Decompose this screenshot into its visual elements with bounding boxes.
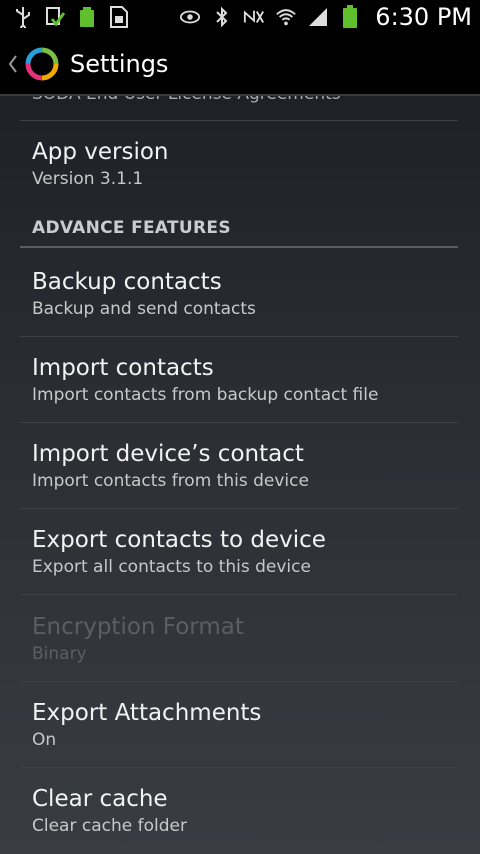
list-item-subtitle: Version 3.1.1 — [32, 169, 144, 189]
signal-icon — [307, 6, 329, 28]
list-item-subtitle: Import contacts from backup contact file — [32, 385, 379, 405]
bluetooth-icon — [211, 6, 233, 28]
status-bar: 6:30 PM — [0, 0, 480, 34]
list-item-title: SODA End User License Agreements — [32, 96, 480, 104]
list-item-export-attachments[interactable]: Export Attachments On — [0, 699, 480, 751]
battery-icon — [339, 5, 361, 28]
list-item-subtitle: Import contacts from this device — [32, 471, 309, 491]
eye-icon — [179, 6, 201, 28]
list-item-import-contacts[interactable]: Import contacts Import contacts from bac… — [0, 354, 480, 406]
no-mute-icon — [243, 6, 265, 28]
list-item-subtitle: Export all contacts to this device — [32, 557, 311, 577]
divider — [20, 508, 458, 509]
list-item-license[interactable]: SODA End User License Agreements — [0, 96, 480, 104]
battery-app-icon — [76, 6, 98, 28]
list-item-title: Clear cache — [32, 786, 168, 812]
divider — [20, 336, 458, 337]
clock: 6:30 PM — [375, 3, 472, 31]
list-item-title: Export contacts to device — [32, 527, 326, 553]
list-item-title: Import device’s contact — [32, 441, 304, 467]
download-done-icon — [44, 6, 66, 28]
list-item-backup-contacts[interactable]: Backup contacts Backup and send contacts — [0, 268, 480, 320]
divider — [20, 422, 458, 423]
list-item-import-device-contact[interactable]: Import device’s contact Import contacts … — [0, 440, 480, 492]
list-item-title: Backup contacts — [32, 269, 222, 295]
list-item-export-contacts[interactable]: Export contacts to device Export all con… — [0, 526, 480, 578]
divider — [20, 594, 458, 595]
back-chevron-icon[interactable] — [4, 54, 22, 74]
list-item-title: Encryption Format — [32, 614, 244, 640]
divider — [20, 767, 458, 768]
system-icons: 6:30 PM — [179, 3, 472, 31]
list-item-title: Export Attachments — [32, 700, 262, 726]
list-item-encryption-format: Encryption Format Binary — [0, 613, 480, 665]
list-item-title: App version — [32, 139, 169, 165]
list-item-subtitle: On — [32, 730, 57, 750]
notification-icons — [12, 6, 130, 28]
usb-icon — [12, 6, 34, 28]
list-item-subtitle: Clear cache folder — [32, 816, 187, 836]
app-logo-icon[interactable] — [24, 46, 60, 82]
list-item-clear-cache[interactable]: Clear cache Clear cache folder — [0, 785, 480, 837]
divider — [20, 120, 458, 121]
list-item-subtitle: Backup and send contacts — [32, 299, 256, 319]
list-item-app-version[interactable]: App version Version 3.1.1 — [0, 138, 480, 190]
section-divider — [20, 246, 458, 248]
section-header: ADVANCE FEATURES — [32, 218, 231, 238]
list-item-title: Import contacts — [32, 355, 214, 381]
settings-list[interactable]: SODA End User License Agreements App ver… — [0, 96, 480, 854]
action-bar: Settings — [0, 34, 480, 96]
page-title: Settings — [70, 50, 169, 78]
divider — [20, 681, 458, 682]
wifi-icon — [275, 6, 297, 28]
sim-card-icon — [108, 6, 130, 28]
list-item-subtitle: Binary — [32, 644, 87, 664]
